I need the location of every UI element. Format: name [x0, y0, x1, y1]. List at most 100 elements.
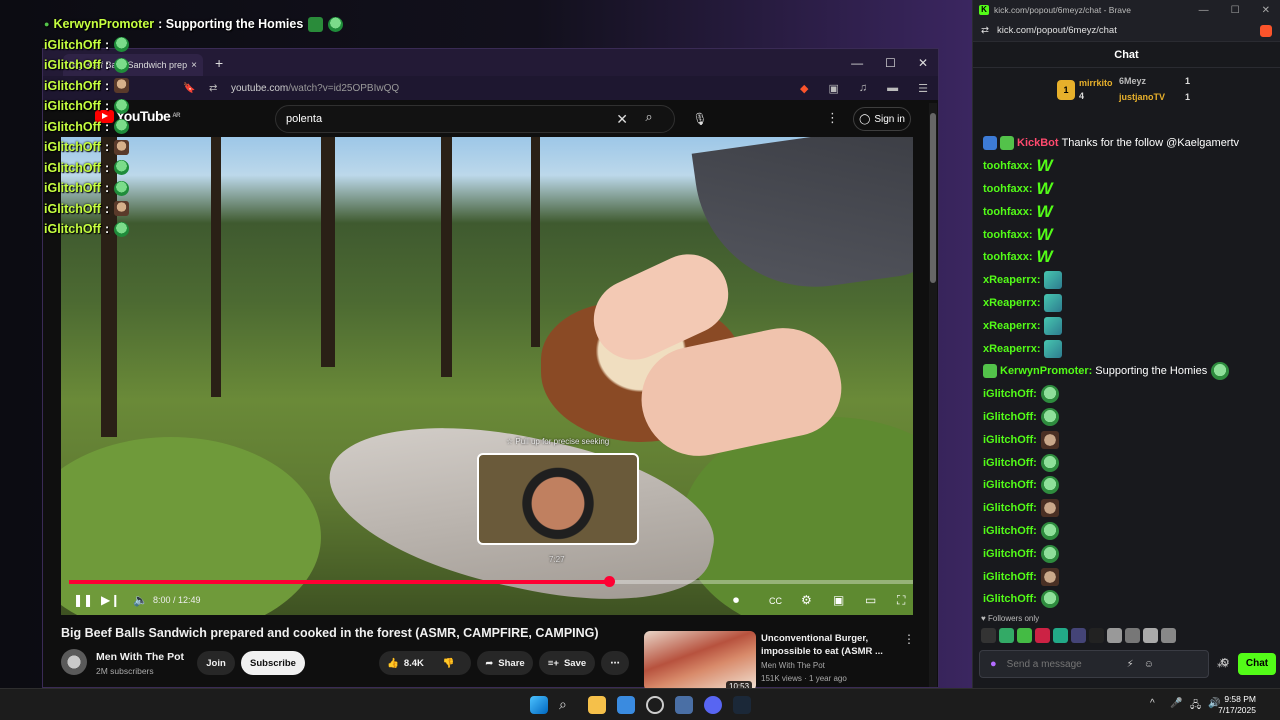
chat-username[interactable]: toohfaxx:: [983, 229, 1033, 241]
dislike-icon[interactable]: 👎: [443, 658, 455, 669]
join-button[interactable]: Join: [197, 651, 235, 675]
sign-in-button[interactable]: ◯ Sign in: [853, 107, 911, 131]
leaderboard-name[interactable]: justjanoTV: [1119, 92, 1165, 102]
chat-username[interactable]: toohfaxx:: [983, 183, 1033, 195]
volume-icon[interactable]: 🔈: [133, 593, 148, 607]
chat-input[interactable]: [1006, 658, 1117, 670]
close-button[interactable]: ✕: [918, 56, 928, 70]
emote-slot[interactable]: [999, 628, 1014, 643]
recommended-channel[interactable]: Men With The Pot: [761, 661, 825, 670]
network-icon[interactable]: 🖧: [1190, 698, 1201, 715]
emote-slot[interactable]: [1107, 628, 1122, 643]
start-icon[interactable]: [530, 696, 548, 714]
emote-slot[interactable]: [1071, 628, 1086, 643]
theater-mode-icon[interactable]: ▭: [865, 593, 876, 607]
next-icon[interactable]: ▶❙: [101, 593, 120, 607]
chat-username[interactable]: iGlitchOff:: [983, 411, 1037, 423]
pause-icon[interactable]: ❚❚: [73, 593, 93, 607]
chat-username[interactable]: toohfaxx:: [983, 160, 1033, 172]
emote-slot[interactable]: [1125, 628, 1140, 643]
tray-chevron-icon[interactable]: ^: [1150, 698, 1155, 709]
site-info-icon[interactable]: ⇄: [981, 25, 989, 36]
kick-maximize-button[interactable]: ☐: [1231, 5, 1240, 16]
channel-name[interactable]: Men With The Pot: [96, 651, 184, 663]
chat-username[interactable]: KickBot: [1017, 137, 1059, 149]
miniplayer-icon[interactable]: ▣: [833, 593, 844, 607]
steam-icon[interactable]: [733, 696, 751, 714]
chat-username[interactable]: xReaperrx:: [983, 343, 1040, 355]
brave-shield-icon[interactable]: ◆: [800, 82, 808, 95]
discord-icon[interactable]: [704, 696, 722, 714]
emote-slot[interactable]: [1053, 628, 1068, 643]
chat-username[interactable]: iGlitchOff:: [983, 593, 1037, 605]
chat-username[interactable]: iGlitchOff:: [983, 457, 1037, 469]
save-button[interactable]: ≡+ Save: [539, 651, 595, 675]
progress-bar[interactable]: [69, 576, 913, 587]
system-clock[interactable]: 9:58 PM 7/17/2025: [1218, 694, 1256, 716]
microphone-icon[interactable]: ●: [990, 658, 997, 670]
minimize-button[interactable]: —: [851, 56, 863, 70]
brave-shield-icon[interactable]: [1260, 24, 1272, 37]
emote-slot[interactable]: [1035, 628, 1050, 643]
emote-slot[interactable]: [1143, 628, 1158, 643]
app-icon[interactable]: [646, 696, 664, 714]
chat-username[interactable]: iGlitchOff:: [983, 571, 1037, 583]
chat-message: toohfaxx: W: [983, 246, 1273, 269]
chat-username[interactable]: toohfaxx:: [983, 251, 1033, 263]
translate-icon[interactable]: ⚡: [1127, 659, 1134, 670]
captions-icon[interactable]: CC: [769, 596, 782, 606]
kick-minimize-button[interactable]: —: [1199, 5, 1209, 16]
chat-username[interactable]: iGlitchOff:: [983, 434, 1037, 446]
send-chat-button[interactable]: Chat: [1238, 653, 1276, 675]
store-icon[interactable]: [617, 696, 635, 714]
chat-input-box[interactable]: ● ⚡ ☺: [979, 650, 1209, 678]
kick-close-button[interactable]: ✕: [1262, 5, 1270, 16]
emote-slot[interactable]: [981, 628, 996, 643]
chat-username[interactable]: xReaperrx:: [983, 320, 1040, 332]
brave-browser-icon[interactable]: [675, 696, 693, 714]
file-explorer-icon[interactable]: [588, 696, 606, 714]
music-icon[interactable]: ♫: [859, 82, 867, 95]
emote-slot[interactable]: [1161, 628, 1176, 643]
extension-icon[interactable]: ▬: [887, 82, 898, 95]
search-icon[interactable]: ⌕: [559, 696, 577, 714]
scrollbar-thumb[interactable]: [930, 113, 936, 283]
more-actions-button[interactable]: ⋯: [601, 651, 629, 675]
chat-username[interactable]: xReaperrx:: [983, 274, 1040, 286]
mic-tray-icon[interactable]: 🎤: [1170, 698, 1182, 709]
search-icon[interactable]: ⌕: [634, 109, 664, 129]
share-button[interactable]: ➦ Share: [477, 651, 533, 675]
clear-search-icon[interactable]: ✕: [616, 111, 628, 128]
emoji-icon[interactable]: ☺: [1144, 659, 1154, 670]
chat-username[interactable]: KerwynPromoter:: [1000, 365, 1092, 377]
emote-slot[interactable]: [1017, 628, 1032, 643]
chat-username[interactable]: xReaperrx:: [983, 297, 1040, 309]
settings-icon[interactable]: ⚙: [1220, 656, 1230, 669]
maximize-button[interactable]: ☐: [885, 56, 896, 70]
chat-username[interactable]: iGlitchOff:: [983, 388, 1037, 400]
recommended-more-icon[interactable]: ⋮: [903, 632, 915, 646]
chat-username[interactable]: iGlitchOff:: [983, 479, 1037, 491]
like-count[interactable]: 8.4K: [404, 658, 424, 669]
autoplay-toggle[interactable]: ⏺: [733, 593, 739, 608]
channel-avatar[interactable]: [61, 649, 87, 675]
subscribe-button[interactable]: Subscribe: [241, 651, 305, 675]
more-options-icon[interactable]: ⋮: [826, 110, 839, 126]
leaderboard-name[interactable]: 6Meyz: [1119, 76, 1146, 86]
chat-username[interactable]: iGlitchOff:: [983, 525, 1037, 537]
emote-slot[interactable]: [1089, 628, 1104, 643]
menu-icon[interactable]: ☰: [918, 82, 928, 95]
microphone-icon[interactable]: 🎙: [689, 108, 711, 130]
page-scrollbar[interactable]: [929, 103, 937, 687]
fullscreen-icon[interactable]: ⛶: [897, 593, 905, 608]
like-icon[interactable]: 👍: [387, 658, 399, 669]
settings-icon[interactable]: ⚙: [801, 593, 812, 607]
recommended-title[interactable]: Unconventional Burger, impossible to eat…: [761, 632, 901, 658]
chat-username[interactable]: iGlitchOff:: [983, 502, 1037, 514]
chat-username[interactable]: iGlitchOff:: [983, 548, 1037, 560]
w-emote-icon: W: [1036, 201, 1053, 221]
kick-address-bar[interactable]: ⇄ kick.com/popout/6meyz/chat: [973, 20, 1280, 42]
leaderboard-name[interactable]: mirrkito: [1079, 78, 1113, 88]
chat-username[interactable]: toohfaxx:: [983, 206, 1033, 218]
sidebar-icon[interactable]: ▣: [828, 82, 838, 95]
